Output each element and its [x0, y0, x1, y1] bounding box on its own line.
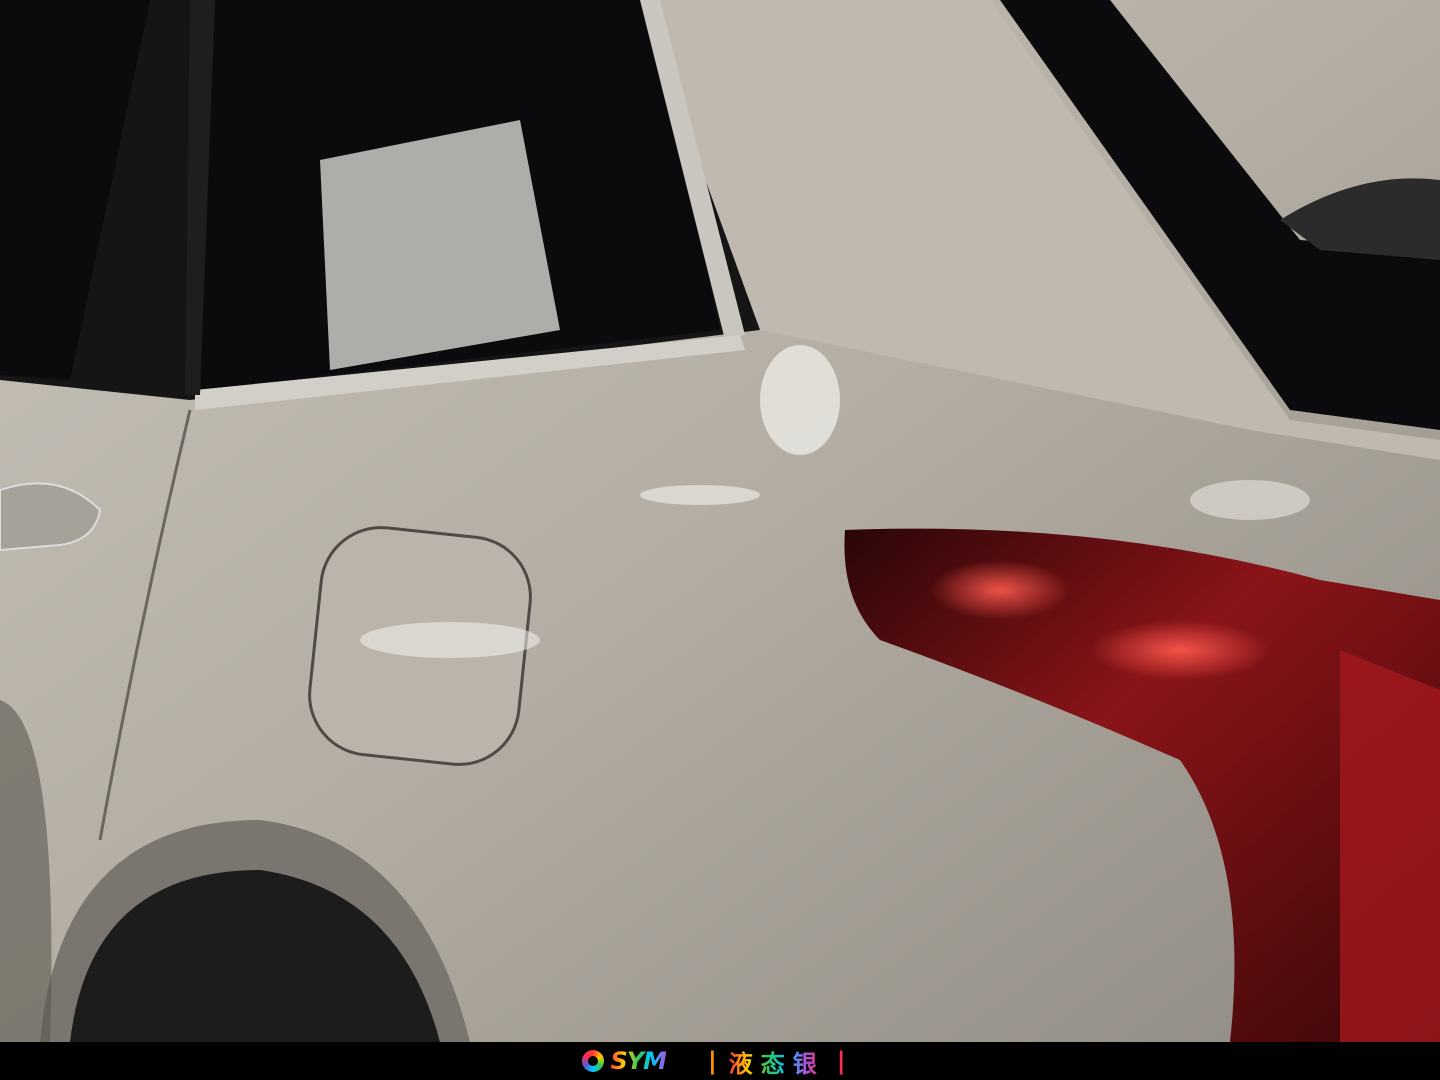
taillight-lower [1340, 650, 1440, 1042]
car-photo [0, 0, 1440, 1042]
caption-separator-left: | [708, 1047, 717, 1075]
car-illustration [0, 0, 1440, 1042]
highlight-3 [1190, 480, 1310, 520]
highlight-4 [360, 622, 540, 658]
interior-seat [320, 120, 560, 370]
brand-logo-icon [582, 1050, 605, 1072]
caption-separator-right: | [836, 1047, 846, 1075]
caption-bar: SYM | 液态银 | [0, 1042, 1440, 1080]
caption-title: 液态银 [729, 1044, 825, 1079]
highlight-2 [640, 485, 760, 505]
brand-logo: SYM [582, 1047, 667, 1075]
taillight-glow-1 [930, 560, 1070, 620]
highlight-1 [760, 345, 840, 455]
brand-name: SYM [610, 1047, 667, 1075]
taillight-glow-2 [1090, 620, 1270, 680]
